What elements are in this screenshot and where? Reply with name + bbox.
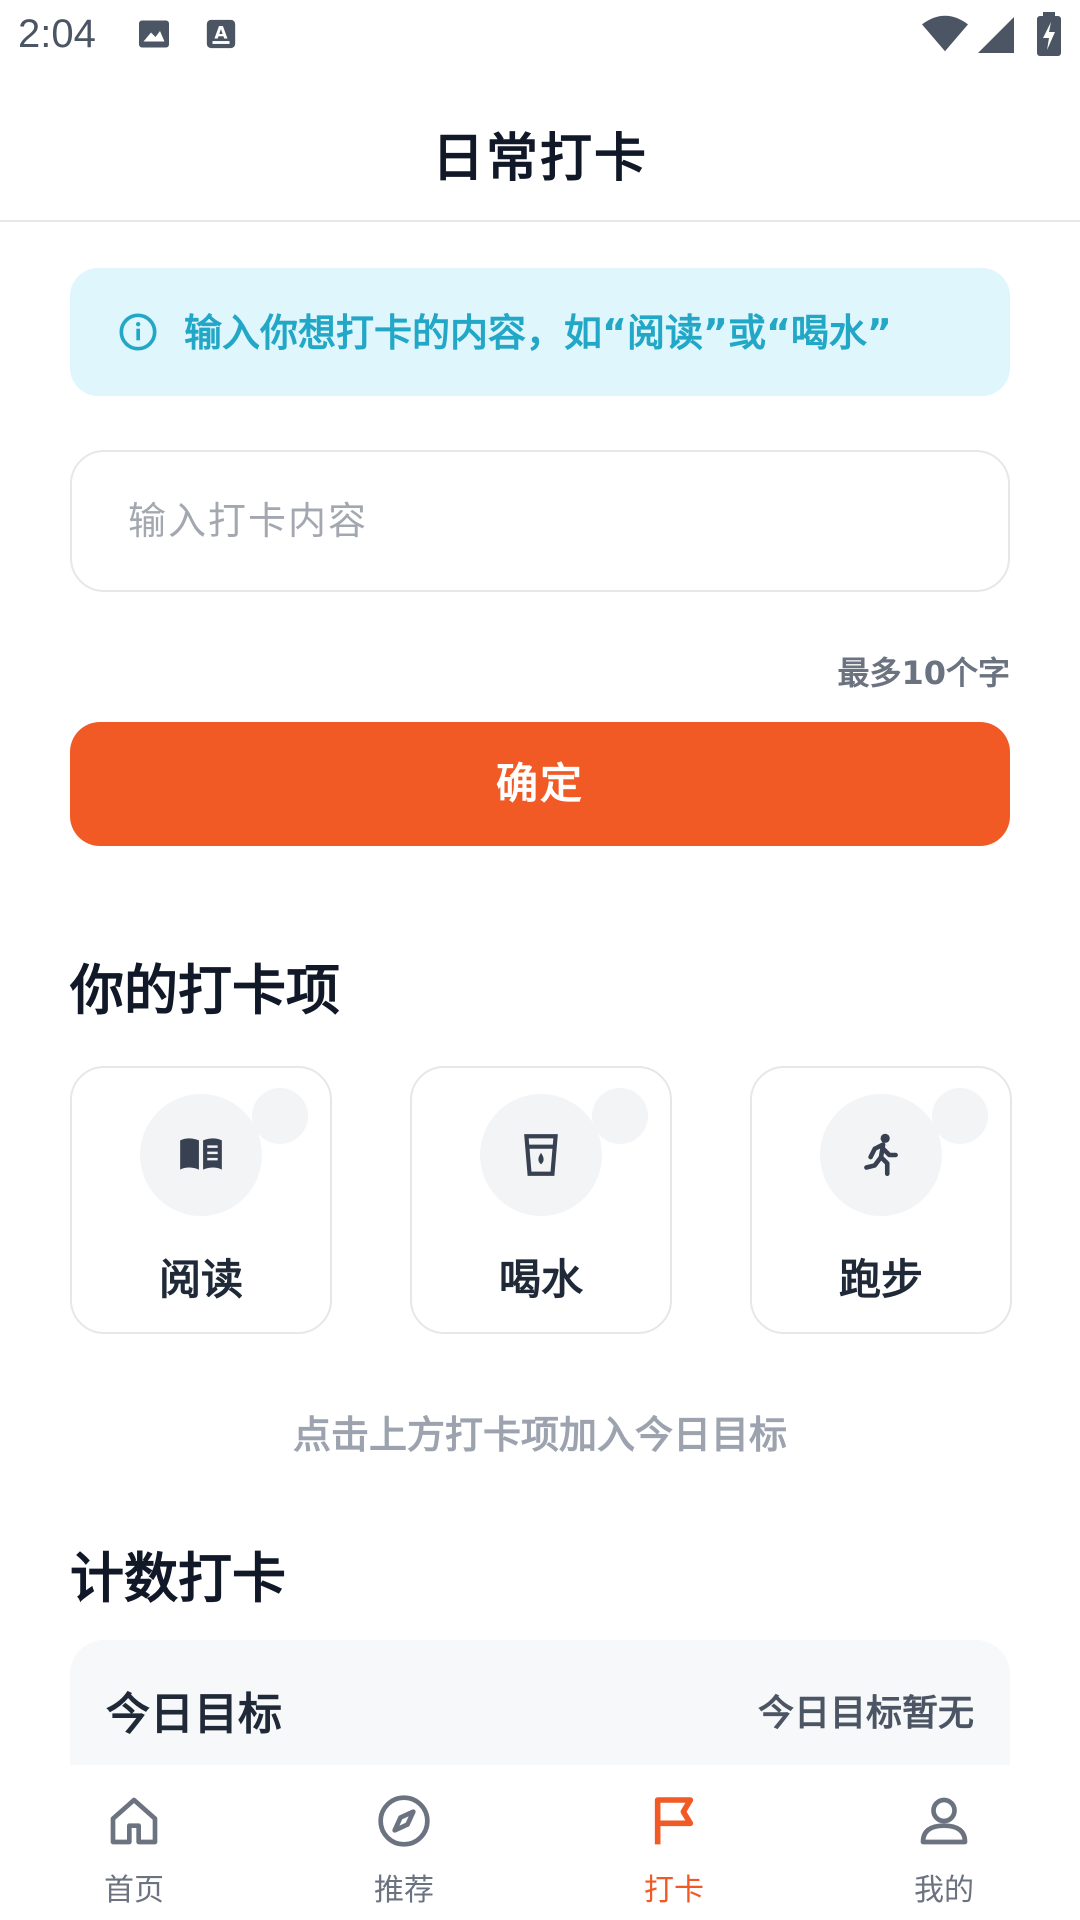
nav-item-recommend[interactable]: 推荐: [304, 1765, 504, 1920]
item-label: 喝水: [498, 1255, 583, 1304]
items-hint: 点击上方打卡项加入今日目标: [292, 1413, 787, 1457]
checkin-item-card-reading[interactable]: 阅读: [70, 1066, 332, 1334]
nav-item-home[interactable]: 首页: [34, 1765, 234, 1920]
nav-label: 我的: [914, 1873, 974, 1908]
item-label: 阅读: [158, 1255, 243, 1304]
nav-label: 打卡: [644, 1873, 704, 1908]
item-label: 跑步: [838, 1255, 923, 1304]
item-icon-circle: [140, 1094, 262, 1216]
items-section-title: 你的打卡项: [70, 959, 340, 1022]
count-section-title: 计数打卡: [70, 1547, 286, 1610]
item-select-badge[interactable]: [592, 1088, 648, 1144]
cell-signal-icon: [978, 16, 1014, 58]
nav-label: 推荐: [374, 1873, 434, 1908]
image-notification-icon: [136, 16, 172, 56]
item-icon-circle: [480, 1094, 602, 1216]
tip-banner: 输入你想打卡的内容，如“阅读”或“喝水”: [70, 268, 1010, 396]
item-select-badge[interactable]: [252, 1088, 308, 1144]
checkin-item-card-running[interactable]: 跑步: [750, 1066, 1012, 1334]
nav-label: 首页: [104, 1873, 164, 1908]
item-select-badge[interactable]: [932, 1088, 988, 1144]
today-goal-panel: 今日目标 今日目标暂无: [70, 1640, 1010, 1765]
bottom-nav: 首页 推荐 打卡 我的: [0, 1765, 1080, 1920]
page-title: 日常打卡: [431, 129, 648, 189]
battery-charging-icon: [1036, 12, 1062, 60]
checkin-content-input[interactable]: [128, 452, 948, 590]
checkin-item-card-water[interactable]: 喝水: [410, 1066, 672, 1334]
app-header: 日常打卡: [0, 72, 1080, 222]
goal-title: 今日目标: [106, 1689, 282, 1740]
checkin-input-container: [70, 450, 1010, 592]
nav-item-checkin[interactable]: 打卡: [574, 1765, 774, 1920]
confirm-button[interactable]: 确定: [70, 722, 1010, 846]
keyboard-notification-icon: A: [204, 16, 238, 56]
wifi-icon: [922, 14, 968, 58]
char-limit-hint: 最多10个字: [837, 654, 1010, 692]
item-icon-circle: [820, 1094, 942, 1216]
nav-item-mine[interactable]: 我的: [844, 1765, 1044, 1920]
status-bar: 2:04 A: [0, 0, 1080, 72]
info-circle-icon: [118, 312, 158, 352]
svg-text:A: A: [214, 23, 228, 43]
goal-status: 今日目标暂无: [757, 1693, 974, 1734]
tip-text: 输入你想打卡的内容，如“阅读”或“喝水”: [184, 311, 892, 355]
status-time: 2:04: [18, 12, 96, 56]
